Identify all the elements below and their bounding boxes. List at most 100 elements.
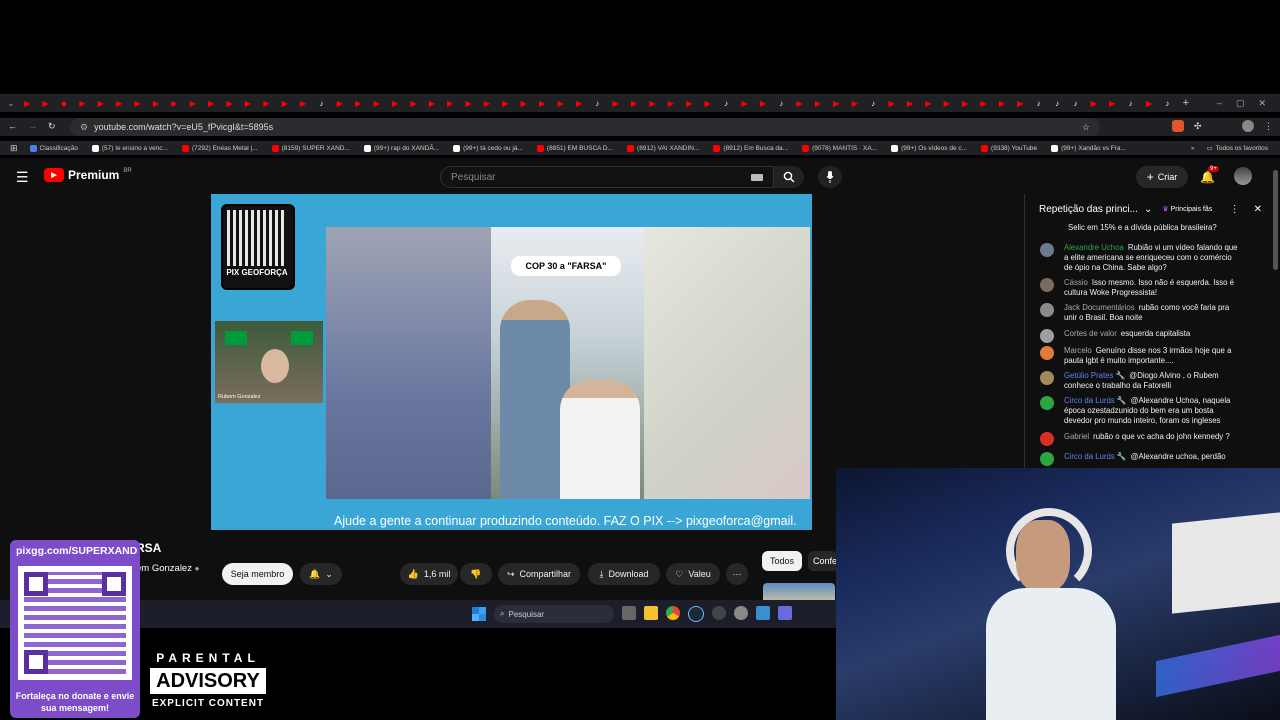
browser-tab[interactable]: ▶ bbox=[367, 96, 385, 110]
chat-author[interactable]: Cortes de valor bbox=[1064, 329, 1117, 338]
browser-tab[interactable]: ▶ bbox=[441, 96, 459, 110]
bookmark-item[interactable]: (99+) Xandão vs Fra... bbox=[1051, 144, 1126, 152]
browser-tab[interactable]: ▶ bbox=[662, 96, 680, 110]
photos-icon[interactable] bbox=[756, 606, 770, 620]
browser-tab[interactable]: ▶ bbox=[974, 96, 992, 110]
browser-tab[interactable]: ▶ bbox=[386, 96, 404, 110]
browser-tab[interactable]: ▶ bbox=[128, 96, 146, 110]
app-icon[interactable] bbox=[778, 606, 792, 620]
dislike-button[interactable]: 👎 bbox=[460, 563, 492, 585]
extension-icon[interactable] bbox=[1172, 120, 1184, 132]
chat-avatar[interactable] bbox=[1040, 452, 1054, 466]
browser-tab[interactable]: ▶ bbox=[643, 96, 661, 110]
browser-tab[interactable]: ▶ bbox=[478, 96, 496, 110]
browser-tab[interactable]: ♪ bbox=[312, 96, 330, 110]
chat-avatar[interactable] bbox=[1040, 396, 1054, 410]
browser-tab[interactable]: ▶ bbox=[165, 96, 183, 110]
search-button[interactable] bbox=[774, 166, 804, 188]
chat-avatar[interactable] bbox=[1040, 303, 1054, 317]
more-bookmarks-icon[interactable]: » bbox=[1191, 145, 1195, 152]
windows-start-icon[interactable] bbox=[472, 607, 486, 621]
browser-tab[interactable]: ◆ bbox=[55, 96, 73, 110]
browser-tab[interactable]: ▶ bbox=[331, 96, 349, 110]
browser-tab[interactable]: ▶ bbox=[202, 96, 220, 110]
bookmark-item[interactable]: (57) Ie ensino a venc... bbox=[91, 144, 168, 152]
chat-avatar[interactable] bbox=[1040, 243, 1054, 257]
browser-tab[interactable]: ▶ bbox=[18, 96, 36, 110]
browser-tab[interactable]: ▶ bbox=[680, 96, 698, 110]
browser-tab[interactable]: ▶ bbox=[36, 96, 54, 110]
bookmark-item[interactable]: (9338) YouTube bbox=[981, 144, 1037, 152]
chevron-down-icon[interactable]: ⌄ bbox=[1144, 204, 1152, 215]
chip-all[interactable]: Todos bbox=[762, 551, 802, 571]
browser-tab[interactable]: ♪ bbox=[772, 96, 790, 110]
browser-tab[interactable]: ♪ bbox=[588, 96, 606, 110]
bookmark-item[interactable]: (9078) MANTIS · XA... bbox=[802, 144, 877, 152]
create-button[interactable]: + Criar bbox=[1136, 166, 1188, 188]
all-bookmarks-folder[interactable]: ▭ Todos os favoritos bbox=[1206, 144, 1268, 153]
browser-tab[interactable]: ▶ bbox=[1103, 96, 1121, 110]
back-icon[interactable]: ← bbox=[8, 121, 17, 131]
browser-tab[interactable]: ▶ bbox=[827, 96, 845, 110]
search-input[interactable]: Pesquisar bbox=[440, 166, 774, 188]
youtube-logo[interactable]: ▶ Premium BR bbox=[44, 168, 132, 182]
chat-avatar[interactable] bbox=[1040, 329, 1054, 343]
browser-tab[interactable]: ▶ bbox=[754, 96, 772, 110]
taskbar-search[interactable]: ⌕ Pesquisar bbox=[494, 605, 614, 623]
like-button[interactable]: 👍 1,6 mil bbox=[400, 563, 458, 585]
browser-tab[interactable]: ▶ bbox=[184, 96, 202, 110]
chip-second[interactable]: Confe bbox=[808, 551, 838, 571]
browser-tab[interactable]: ♪ bbox=[864, 96, 882, 110]
browser-tab[interactable]: ▶ bbox=[110, 96, 128, 110]
bookmark-star-icon[interactable]: ☆ bbox=[1082, 122, 1090, 133]
browser-tab[interactable]: ▶ bbox=[257, 96, 275, 110]
chat-author[interactable]: Alexandre Uchoa bbox=[1064, 243, 1124, 252]
browser-tab[interactable]: ▶ bbox=[496, 96, 514, 110]
browser-tab[interactable]: ▶ bbox=[790, 96, 808, 110]
browser-tab[interactable]: ▶ bbox=[735, 96, 753, 110]
minimize-icon[interactable]: – bbox=[1217, 98, 1222, 109]
chat-author[interactable]: Marcelo bbox=[1064, 346, 1092, 355]
browser-tab[interactable]: ▶ bbox=[1140, 96, 1158, 110]
browser-tab[interactable]: ▶ bbox=[459, 96, 477, 110]
chat-author[interactable]: Cássio bbox=[1064, 278, 1088, 287]
browser-tab[interactable]: ♪ bbox=[1121, 96, 1139, 110]
bookmark-item[interactable]: (99+) rap do XANDÃ... bbox=[363, 144, 439, 152]
hamburger-menu-icon[interactable]: ☰ bbox=[16, 169, 29, 186]
close-window-icon[interactable]: ✕ bbox=[1258, 98, 1266, 109]
chrome-icon[interactable] bbox=[666, 606, 680, 620]
chat-avatar[interactable] bbox=[1040, 432, 1054, 446]
chat-scrollbar[interactable] bbox=[1273, 170, 1278, 270]
browser-tab[interactable]: ▶ bbox=[938, 96, 956, 110]
browser-tab[interactable]: ▶ bbox=[1085, 96, 1103, 110]
apps-grid-icon[interactable]: ⊞ bbox=[10, 143, 18, 154]
bookmark-item[interactable]: (7292) Enéas Metal |... bbox=[181, 144, 258, 152]
browser-tab[interactable]: ▶ bbox=[919, 96, 937, 110]
chat-avatar[interactable] bbox=[1040, 371, 1054, 385]
browser-menu-icon[interactable]: ⋮ bbox=[1264, 121, 1273, 132]
chat-author[interactable]: Jack Documentários bbox=[1064, 303, 1135, 312]
browser-tab[interactable]: ▶ bbox=[882, 96, 900, 110]
notification-bell-button[interactable]: 🔔 ⌄ bbox=[300, 563, 342, 585]
browser-tab[interactable]: ▶ bbox=[73, 96, 91, 110]
browser-tab[interactable]: ▶ bbox=[993, 96, 1011, 110]
browser-tab[interactable]: ▶ bbox=[698, 96, 716, 110]
browser-tab[interactable]: ▶ bbox=[809, 96, 827, 110]
browser-tab[interactable]: ▶ bbox=[570, 96, 588, 110]
browser-tab[interactable]: ▶ bbox=[901, 96, 919, 110]
profile-avatar[interactable] bbox=[1242, 120, 1254, 132]
chat-avatar[interactable] bbox=[1040, 278, 1054, 292]
close-chat-icon[interactable]: ✕ bbox=[1254, 204, 1262, 215]
account-avatar[interactable] bbox=[1234, 167, 1252, 185]
browser-tab[interactable]: ▶ bbox=[551, 96, 569, 110]
top-fans-badge[interactable]: ♛ Principais fãs bbox=[1162, 205, 1212, 214]
browser-tab[interactable]: ▶ bbox=[239, 96, 257, 110]
browser-tab[interactable]: ▶ bbox=[607, 96, 625, 110]
keyboard-icon[interactable] bbox=[751, 173, 763, 181]
browser-tab[interactable]: ▶ bbox=[404, 96, 422, 110]
thanks-button[interactable]: ♡ Valeu bbox=[666, 563, 720, 585]
join-button[interactable]: Seja membro bbox=[222, 563, 293, 585]
browser-tab[interactable]: ▶ bbox=[349, 96, 367, 110]
browser-tab[interactable]: ▶ bbox=[515, 96, 533, 110]
reload-icon[interactable]: ↻ bbox=[48, 121, 56, 132]
